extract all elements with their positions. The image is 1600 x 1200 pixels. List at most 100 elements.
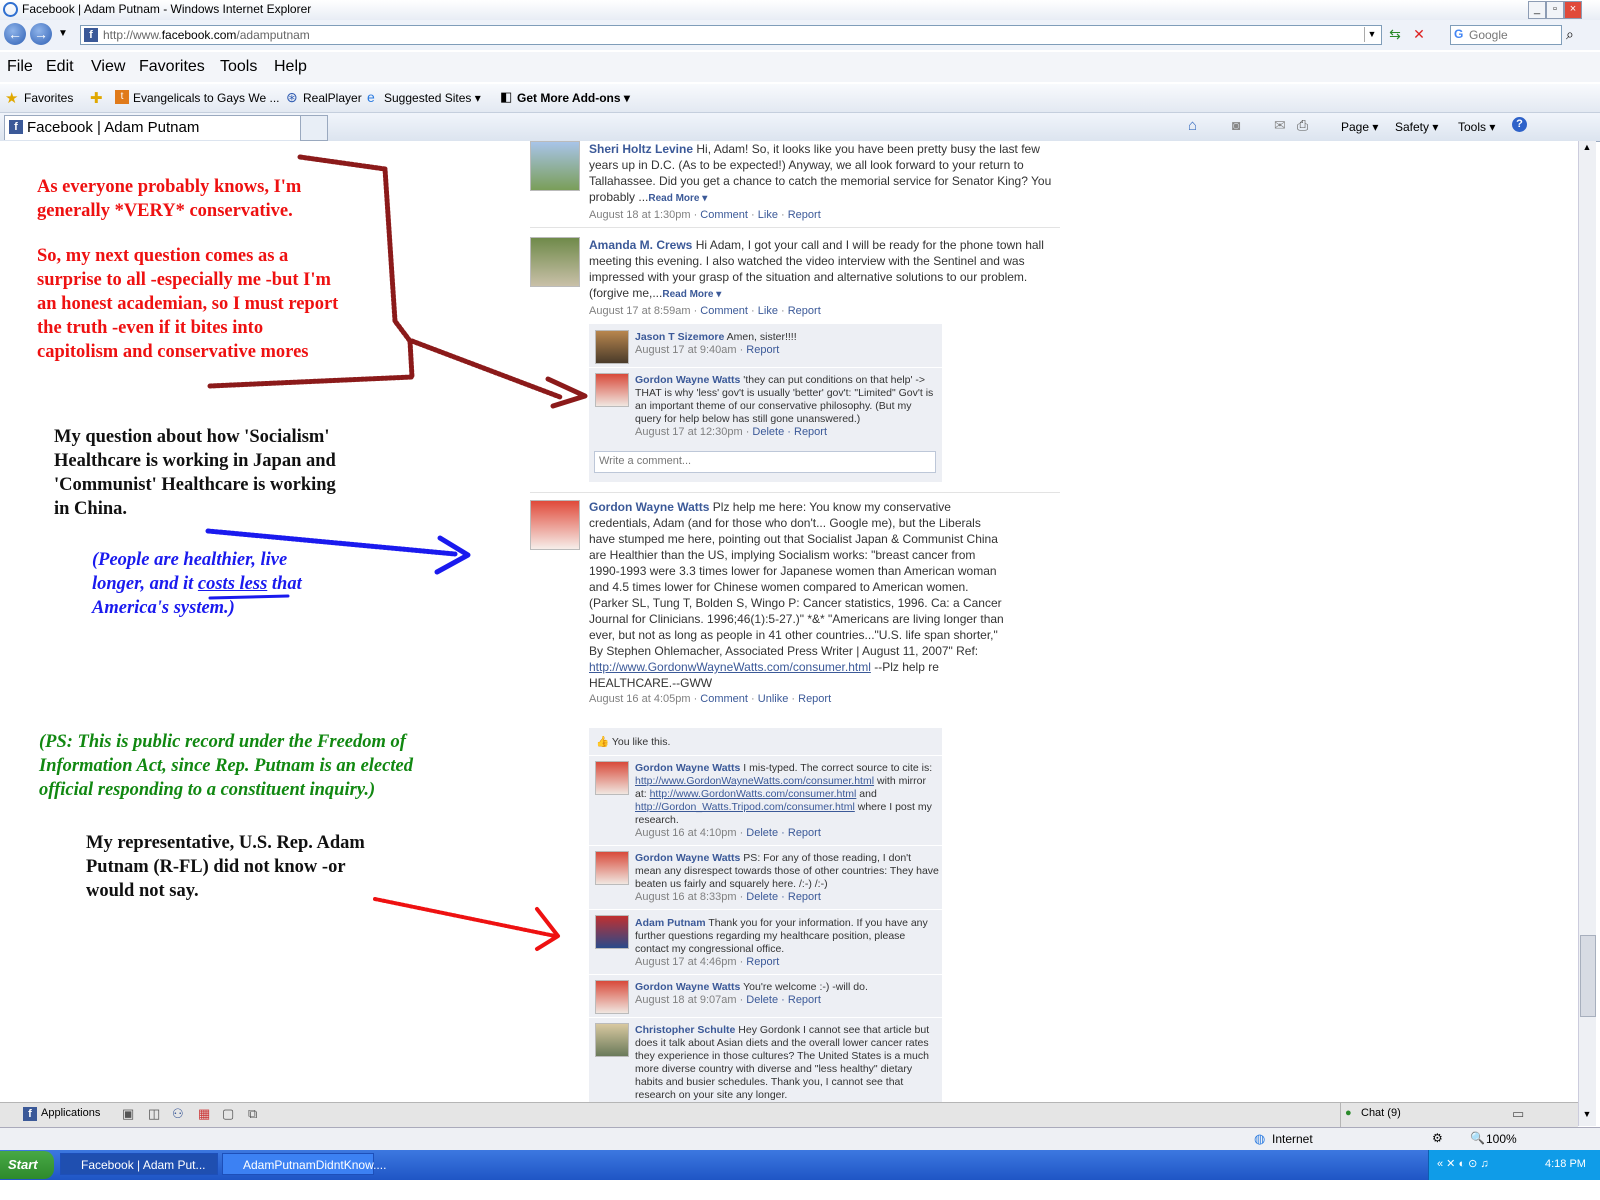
scroll-up-arrow[interactable]: ▲ bbox=[1580, 142, 1594, 156]
applications-button[interactable]: Applications bbox=[41, 1107, 100, 1119]
forward-button[interactable]: → bbox=[30, 23, 52, 45]
zoom-level[interactable]: 100% bbox=[1486, 1132, 1517, 1146]
home-icon[interactable]: ⌂ bbox=[1188, 117, 1197, 134]
read-more-link[interactable]: Read More ▾ bbox=[648, 193, 707, 204]
thumbs-up-icon: 👍 bbox=[596, 736, 610, 748]
scroll-down-arrow[interactable]: ▼ bbox=[1580, 1109, 1594, 1123]
write-comment-input[interactable]: Write a comment... bbox=[594, 451, 936, 473]
comment-link-3[interactable]: http://Gordon_Watts.Tripod.com/consumer.… bbox=[635, 801, 855, 813]
protected-mode-icon[interactable]: ⚙ bbox=[1432, 1131, 1443, 1145]
poster-name[interactable]: Gordon Wayne Watts bbox=[589, 500, 709, 514]
unlike-link[interactable]: Unlike bbox=[758, 693, 789, 705]
video-icon[interactable]: ◫ bbox=[148, 1106, 160, 1122]
taskbar-item-ie[interactable]: Facebook | Adam Put... bbox=[60, 1153, 218, 1175]
safety-menu[interactable]: Safety ▾ bbox=[1395, 120, 1438, 134]
calendar-icon[interactable]: ▦ bbox=[198, 1106, 210, 1122]
menu-file[interactable]: File bbox=[7, 58, 33, 76]
help-icon[interactable]: ? bbox=[1512, 117, 1527, 132]
zoom-icon[interactable]: 🔍 bbox=[1470, 1131, 1485, 1145]
friends-icon[interactable]: ⚇ bbox=[172, 1106, 184, 1122]
fav-link-suggested-sites[interactable]: Suggested Sites ▾ bbox=[384, 91, 481, 105]
avatar[interactable] bbox=[595, 373, 629, 407]
notifications-icon[interactable]: ▭ bbox=[1512, 1106, 1524, 1122]
chat-button[interactable]: ● Chat (9) bbox=[1340, 1103, 1507, 1127]
refresh-icon[interactable]: ⇆ bbox=[1386, 26, 1404, 44]
avatar[interactable] bbox=[595, 851, 629, 885]
comment-divider bbox=[589, 845, 942, 846]
close-button[interactable]: × bbox=[1564, 1, 1582, 19]
post-link[interactable]: http://www.GordonwWayneWatts.com/consume… bbox=[589, 660, 871, 674]
share-icon[interactable]: ⧉ bbox=[248, 1106, 257, 1122]
commenter-name[interactable]: Gordon Wayne Watts bbox=[635, 852, 740, 864]
search-input[interactable]: G Google bbox=[1450, 25, 1562, 45]
report-link[interactable]: Report bbox=[788, 209, 821, 221]
maximize-button[interactable]: ▫ bbox=[1546, 1, 1564, 19]
avatar[interactable] bbox=[595, 330, 629, 364]
comment-box: Jason T Sizemore Amen, sister!!!! August… bbox=[589, 324, 942, 482]
commenter-name[interactable]: Jason T Sizemore bbox=[635, 331, 724, 343]
avatar[interactable] bbox=[595, 761, 629, 795]
add-favorite-icon[interactable]: ✚ bbox=[90, 89, 103, 107]
poster-name[interactable]: Amanda M. Crews bbox=[589, 238, 692, 252]
tools-menu[interactable]: Tools ▾ bbox=[1458, 120, 1495, 134]
like-link[interactable]: Like bbox=[758, 209, 778, 221]
delete-report-links[interactable]: Delete · Report bbox=[752, 426, 827, 438]
search-icon[interactable]: ⌕ bbox=[1566, 26, 1574, 43]
report-link[interactable]: Report bbox=[746, 956, 779, 968]
commenter-name[interactable]: Gordon Wayne Watts bbox=[635, 374, 740, 386]
delete-report-links[interactable]: Delete · Report bbox=[746, 827, 821, 839]
comment-link-1[interactable]: http://www.GordonWayneWatts.com/consumer… bbox=[635, 775, 874, 787]
new-tab-button[interactable] bbox=[300, 115, 328, 141]
report-link[interactable]: Report bbox=[746, 344, 779, 356]
fav-link-evangelicals[interactable]: Evangelicals to Gays We ... bbox=[133, 91, 280, 105]
history-dropdown-icon[interactable]: ▼ bbox=[58, 28, 68, 39]
address-dropdown-icon[interactable]: ▼ bbox=[1364, 27, 1379, 42]
start-button[interactable]: Start bbox=[0, 1151, 54, 1179]
like-link[interactable]: Like bbox=[758, 305, 778, 317]
avatar[interactable] bbox=[595, 1023, 629, 1057]
address-bar[interactable]: f http://www.facebook.com/adamputnam ▼ bbox=[80, 25, 1382, 45]
avatar[interactable] bbox=[530, 500, 580, 550]
poster-name[interactable]: Sheri Holtz Levine bbox=[589, 142, 693, 156]
commenter-name[interactable]: Adam Putnam bbox=[635, 917, 706, 929]
minimize-button[interactable]: _ bbox=[1528, 1, 1546, 19]
tray-icons[interactable]: « ✕ ◐ ⊙ ♫ bbox=[1437, 1157, 1489, 1170]
mail-icon[interactable]: ✉ bbox=[1274, 117, 1286, 134]
commenter-name[interactable]: Gordon Wayne Watts bbox=[635, 981, 740, 993]
back-button[interactable]: ← bbox=[4, 23, 26, 45]
commenter-name[interactable]: Christopher Schulte bbox=[635, 1024, 735, 1036]
feeds-icon[interactable]: ◙ bbox=[1232, 117, 1240, 133]
comment-link[interactable]: Comment bbox=[700, 693, 748, 705]
avatar[interactable] bbox=[595, 915, 629, 949]
notes-icon[interactable]: ▢ bbox=[222, 1106, 234, 1122]
menu-favorites[interactable]: Favorites bbox=[139, 58, 205, 76]
stop-icon[interactable]: ✕ bbox=[1410, 26, 1428, 44]
read-more-link[interactable]: Read More ▾ bbox=[662, 289, 721, 300]
print-icon[interactable]: ⎙ bbox=[1297, 117, 1308, 134]
commenter-name[interactable]: Gordon Wayne Watts bbox=[635, 762, 740, 774]
menu-view[interactable]: View bbox=[91, 58, 125, 76]
fav-link-realplayer[interactable]: RealPlayer bbox=[303, 91, 362, 105]
photos-icon[interactable]: ▣ bbox=[122, 1106, 134, 1122]
menu-tools[interactable]: Tools bbox=[220, 58, 257, 76]
fav-link-addons[interactable]: Get More Add-ons ▾ bbox=[517, 91, 630, 105]
comment-link[interactable]: Comment bbox=[700, 305, 748, 317]
tab-facebook[interactable]: f Facebook | Adam Putnam bbox=[4, 115, 304, 140]
menu-edit[interactable]: Edit bbox=[46, 58, 74, 76]
delete-report-links[interactable]: Delete · Report bbox=[746, 891, 821, 903]
menu-help[interactable]: Help bbox=[274, 58, 307, 76]
report-link[interactable]: Report bbox=[798, 693, 831, 705]
comment-link-2[interactable]: http://www.GordonWatts.com/consumer.html bbox=[650, 788, 857, 800]
avatar[interactable] bbox=[530, 141, 580, 191]
scrollbar-thumb[interactable] bbox=[1580, 935, 1596, 1017]
avatar[interactable] bbox=[595, 980, 629, 1014]
avatar[interactable] bbox=[530, 237, 580, 287]
taskbar-item-image[interactable]: AdamPutnamDidntKnow.... bbox=[222, 1153, 386, 1175]
report-link[interactable]: Report bbox=[788, 305, 821, 317]
page-menu[interactable]: Page ▾ bbox=[1341, 120, 1378, 134]
comment-link[interactable]: Comment bbox=[700, 209, 748, 221]
comment-meta: August 16 at 8:33pm · Delete · Report bbox=[635, 891, 821, 903]
delete-report-links[interactable]: Delete · Report bbox=[746, 994, 821, 1006]
favorites-bar: ★ Favorites ✚ t Evangelicals to Gays We … bbox=[0, 84, 1600, 113]
favorites-button[interactable]: Favorites bbox=[24, 91, 73, 105]
